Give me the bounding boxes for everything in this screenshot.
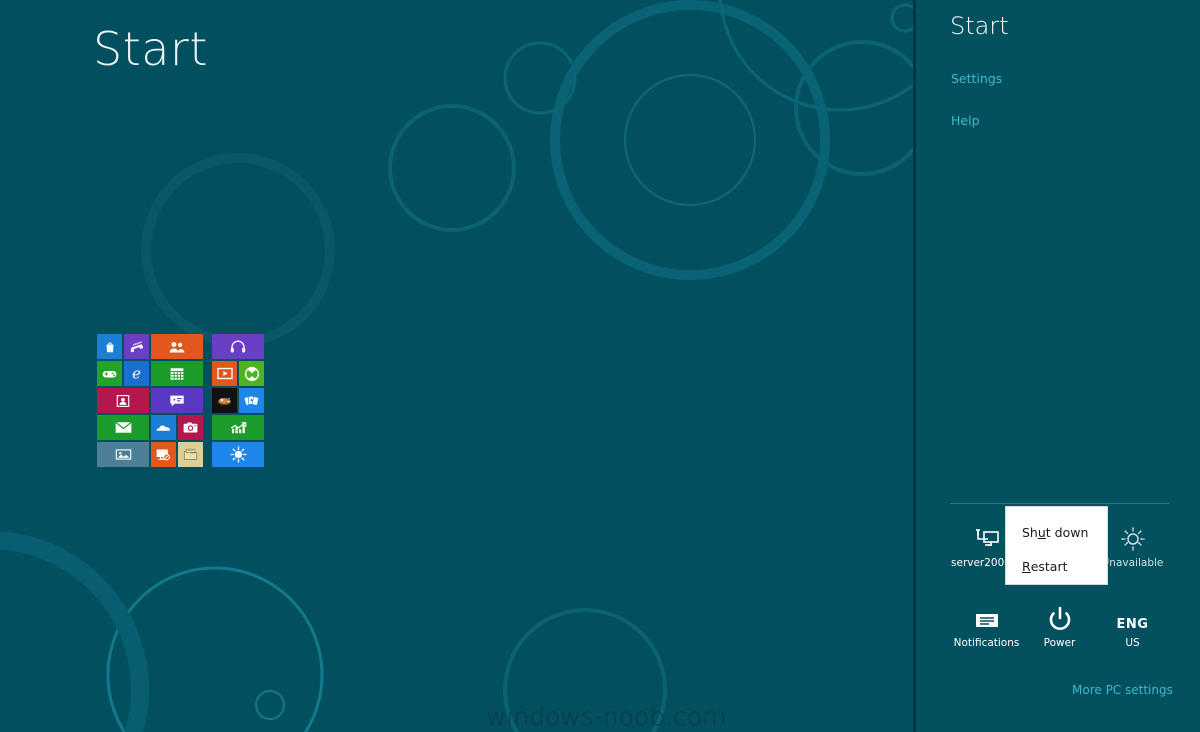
menu-restart-accelerator: R	[1022, 558, 1031, 574]
gamepad-icon	[102, 368, 117, 380]
quick-setting-keyboard-language[interactable]: ENG US	[1096, 600, 1169, 649]
pane-divider	[950, 503, 1169, 504]
settings-charm-pane: Start Settings Help server2008r2 Unavail…	[913, 0, 1200, 732]
chart-up-icon	[230, 421, 247, 435]
pane-link-settings[interactable]: Settings	[951, 71, 1002, 86]
video-play-icon	[216, 367, 233, 380]
tile-skydrive[interactable]	[151, 415, 176, 440]
tile-music-headphones[interactable]	[212, 334, 264, 359]
tile-camera[interactable]	[178, 415, 203, 440]
contact-card-icon	[116, 394, 130, 408]
ie-icon: e	[128, 365, 145, 382]
playing-cards-icon	[243, 394, 260, 408]
pane-link-help[interactable]: Help	[951, 113, 980, 128]
tile-photos[interactable]	[97, 442, 149, 467]
people-icon	[169, 340, 185, 354]
xbox-icon	[244, 366, 260, 382]
photo-icon	[115, 448, 132, 461]
tile-solitaire[interactable]	[239, 388, 264, 413]
menu-shut-down-after: t down	[1045, 524, 1089, 540]
remote-desktop-icon	[156, 448, 171, 461]
tile-internet-explorer[interactable]: e	[124, 361, 149, 386]
tile-desktop[interactable]	[178, 442, 203, 467]
menu-shut-down-accelerator: u	[1037, 524, 1046, 540]
tile-people[interactable]	[151, 334, 203, 359]
brightness-icon	[1119, 520, 1147, 552]
tile-xbox[interactable]	[239, 361, 264, 386]
cloud-icon	[156, 422, 172, 434]
tile-video[interactable]	[212, 361, 237, 386]
tile-calendar[interactable]	[151, 361, 203, 386]
tile-mail[interactable]	[97, 415, 149, 440]
quick-setting-notifications-label: Notifications	[953, 637, 1020, 649]
menu-item-restart[interactable]: Restart	[1006, 551, 1107, 581]
tile-store[interactable]	[97, 334, 122, 359]
calendar-grid-icon	[170, 367, 184, 381]
tile-finance[interactable]	[212, 415, 264, 440]
tile-games[interactable]	[97, 361, 122, 386]
tile-remote-desktop[interactable]	[151, 442, 176, 467]
menu-shut-down-before: Sh	[1022, 524, 1038, 540]
tile-contact[interactable]	[97, 388, 149, 413]
camera-icon	[183, 421, 198, 434]
keyboard-language-code: ENG	[1116, 617, 1149, 632]
quick-settings-row-system: Notifications Power ENG US	[950, 600, 1169, 649]
tile-weather[interactable]	[212, 442, 264, 467]
keyboard-language-label: US	[1125, 637, 1140, 649]
more-pc-settings-link[interactable]: More PC settings	[1072, 683, 1173, 697]
desktop-folder-icon	[183, 448, 198, 461]
pinball-icon	[216, 393, 233, 408]
notifications-icon	[973, 600, 1001, 632]
svg-text:e: e	[132, 365, 141, 382]
music-note-icon	[129, 340, 144, 354]
tile-messaging[interactable]	[151, 388, 203, 413]
windows-start-screen: Start e windows-noob.com Start Settings …	[0, 0, 1200, 732]
pane-title: Start	[950, 12, 1009, 40]
quick-setting-brightness-label: Unavailable	[1101, 557, 1164, 569]
quick-setting-power-label: Power	[1043, 637, 1076, 649]
message-bubble-icon	[169, 394, 185, 408]
tile-group-left: e	[97, 334, 203, 467]
power-icon	[1047, 600, 1073, 632]
network-pc-icon	[974, 520, 1000, 552]
sun-icon	[229, 446, 247, 463]
site-watermark: windows-noob.com	[486, 702, 727, 731]
headphones-icon	[230, 339, 246, 354]
tile-music[interactable]	[124, 334, 149, 359]
power-context-menu: Sh u t down Restart	[1006, 507, 1107, 584]
envelope-icon	[114, 421, 132, 434]
tile-pinball[interactable]	[212, 388, 237, 413]
shopping-bag-icon	[103, 340, 117, 354]
tile-group-right	[212, 334, 264, 467]
menu-restart-after: estart	[1030, 558, 1068, 574]
page-title: Start	[93, 22, 208, 76]
quick-setting-notifications[interactable]: Notifications	[950, 600, 1023, 649]
start-screen-background: Start e windows-noob.com	[0, 0, 913, 732]
menu-item-shut-down[interactable]: Sh u t down	[1006, 517, 1107, 547]
quick-setting-power[interactable]: Power	[1023, 600, 1096, 649]
